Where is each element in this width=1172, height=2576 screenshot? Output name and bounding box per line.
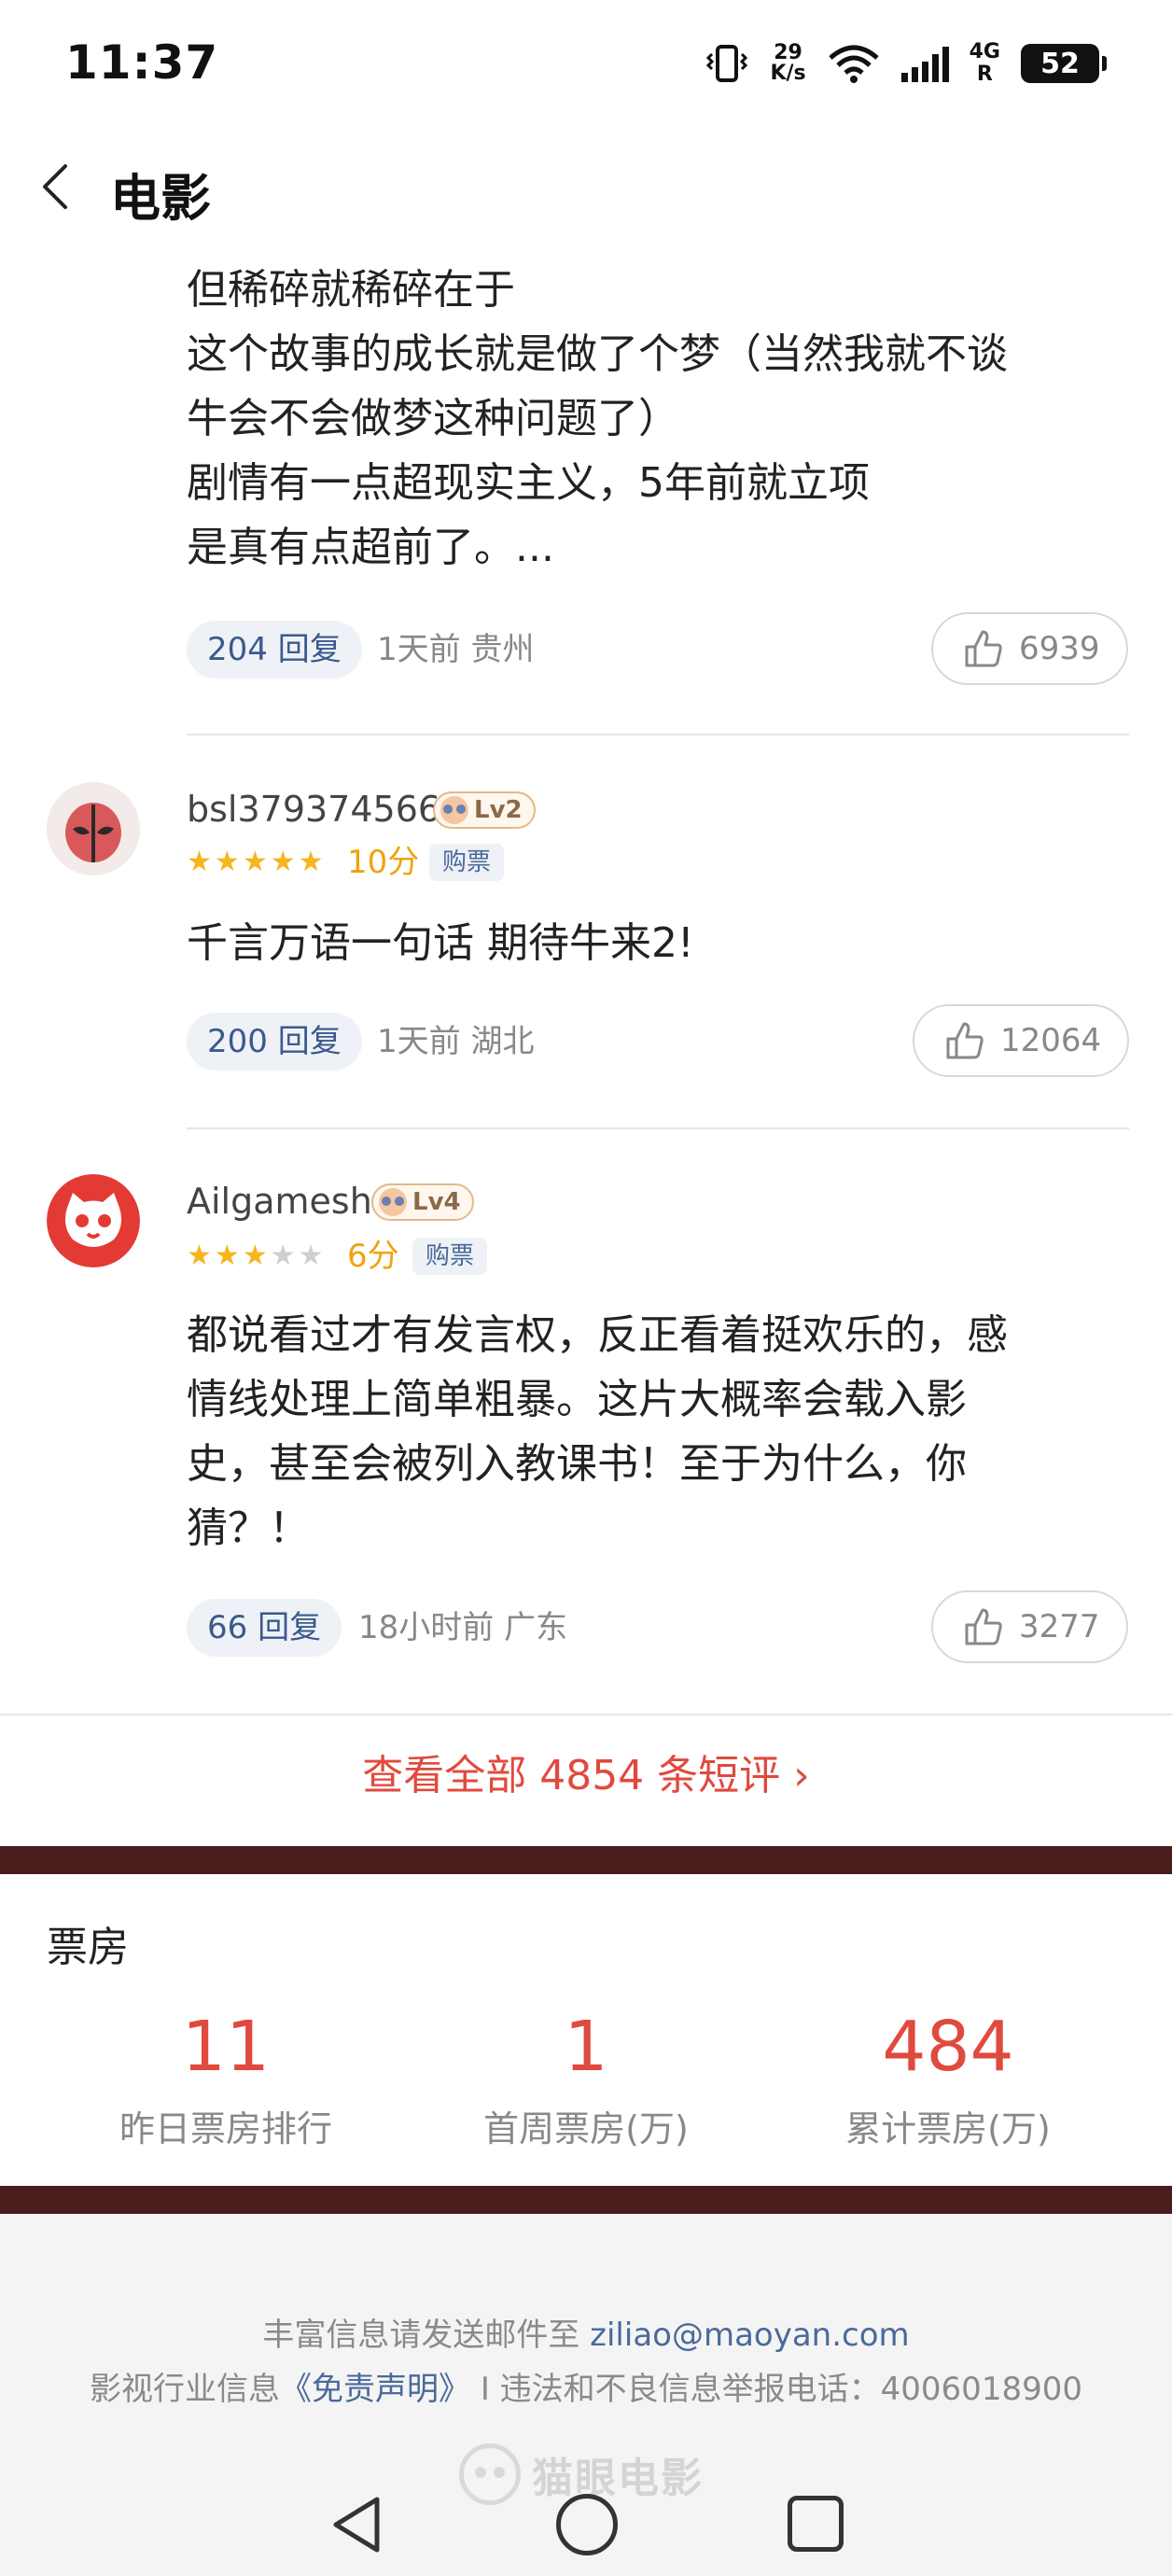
box-office-label: 首周票房(万)	[483, 2108, 689, 2149]
net-speed-value: 29	[774, 41, 802, 64]
review-time-location: 1天前 贵州	[377, 631, 535, 668]
view-all-reviews-link[interactable]: 查看全部 4854 条短评 ›	[0, 1743, 1172, 1809]
battery-icon: 52	[1021, 44, 1107, 83]
thumbs-up-icon	[965, 630, 1002, 667]
network-type: 4G R	[970, 41, 1000, 86]
header: 电影	[0, 140, 1172, 233]
divider	[187, 734, 1129, 735]
signal-icon	[900, 45, 949, 82]
system-nav-bar	[0, 2473, 1172, 2576]
star-icon: ★	[214, 846, 240, 878]
vibrate-icon	[706, 45, 748, 82]
box-office-item: 11 昨日票房排行	[30, 2005, 422, 2152]
box-office-value: 484	[882, 2007, 1014, 2087]
net-speed: 29 K/s	[770, 43, 805, 84]
box-office-label: 累计票房(万)	[845, 2108, 1051, 2149]
box-office-item: 484 累计票房(万)	[752, 2005, 1144, 2152]
star-icon: ★	[298, 846, 324, 878]
star-rating: ★ ★ ★ ★ ★	[187, 1238, 324, 1275]
level-label: Lv2	[474, 796, 523, 824]
roaming-label: R	[976, 63, 993, 86]
review-line: 情线处理上简单粗暴。这片大概率会载入影	[187, 1376, 967, 1423]
thumbs-up-icon	[965, 1608, 1002, 1645]
review-score: 10分	[347, 844, 420, 881]
level-label: Lv4	[412, 1188, 461, 1216]
level-face-icon	[440, 796, 468, 824]
nav-home-icon[interactable]	[556, 2494, 618, 2555]
review-content[interactable]: 都说看过才有发言权，反正看着挺欢乐的，感 情线处理上简单粗暴。这片大概率会载入影…	[187, 1303, 1129, 1561]
star-rating: ★ ★ ★ ★ ★	[187, 844, 324, 881]
review-line: 史，甚至会被列入教课书！至于为什么，你	[187, 1440, 967, 1488]
review-time-location: 18小时前 广东	[358, 1609, 568, 1646]
reply-count-button[interactable]: 204 回复	[187, 621, 362, 679]
email-link[interactable]: ziliao@maoyan.com	[590, 2317, 910, 2354]
review-line: 猜？！	[187, 1505, 310, 1552]
purchase-badge: 购票	[412, 1238, 488, 1275]
footer-contact: 丰富信息请发送邮件至 ziliao@maoyan.com	[0, 2309, 1172, 2355]
like-count: 12064	[1000, 1022, 1102, 1059]
like-count: 6939	[1019, 630, 1100, 667]
section-separator	[0, 1846, 1172, 1874]
status-icons: 29 K/s 4G R 52	[705, 37, 1107, 90]
footer-legal-text: 影视行业信息	[90, 2371, 281, 2408]
avatar[interactable]	[47, 1174, 140, 1267]
box-office-value: 11	[181, 2007, 271, 2087]
nav-recent-apps-icon[interactable]	[788, 2496, 844, 2552]
box-office-label: 昨日票房排行	[119, 2108, 332, 2149]
like-button[interactable]: 6939	[931, 612, 1128, 685]
footer-contact-text: 丰富信息请发送邮件至	[262, 2317, 591, 2354]
status-bar: 11:37 29 K/s 4G R 52	[0, 0, 1172, 121]
review-score: 6分	[347, 1238, 399, 1275]
reply-count-button[interactable]: 66 回复	[187, 1599, 342, 1657]
divider	[187, 1127, 1129, 1129]
wifi-icon	[828, 45, 879, 83]
disclaimer-link[interactable]: 《免责声明》	[280, 2371, 470, 2408]
page-title: 电影	[110, 169, 211, 228]
level-face-icon	[379, 1188, 407, 1216]
star-icon: ★	[242, 1239, 268, 1272]
review-line: 是真有点超前了。...	[187, 524, 554, 571]
status-time: 11:37	[65, 35, 219, 90]
review-line: 都说看过才有发言权，反正看着挺欢乐的，感	[187, 1311, 1008, 1359]
review-time-location: 1天前 湖北	[377, 1023, 535, 1060]
star-icon: ★	[187, 1239, 212, 1272]
box-office-item: 1 首周票房(万)	[390, 2005, 782, 2152]
star-empty-icon: ★	[270, 1239, 296, 1272]
footer-legal: 影视行业信息《免责声明》 I 违法和不良信息举报电话：4006018900	[0, 2363, 1172, 2409]
thumbs-up-icon	[946, 1022, 984, 1059]
review-line: 牛会不会做梦这种问题了）	[187, 395, 679, 442]
review-line: 这个故事的成长就是做了个梦（当然我就不谈	[187, 330, 1008, 378]
like-button[interactable]: 3277	[931, 1590, 1128, 1663]
username[interactable]: Ailgamesh	[187, 1178, 372, 1225]
back-arrow-icon[interactable]	[32, 161, 84, 213]
deadpool-avatar-icon	[47, 782, 140, 875]
username[interactable]: bsl379374566	[187, 786, 440, 833]
net-speed-unit: K/s	[770, 62, 806, 85]
star-icon: ★	[187, 846, 212, 878]
battery-level: 52	[1040, 47, 1080, 80]
level-badge: Lv4	[371, 1183, 474, 1221]
review-line: 剧情有一点超现实主义，5年前就立项	[187, 459, 870, 507]
reply-count-button[interactable]: 200 回复	[187, 1013, 362, 1071]
review-content[interactable]: 但稀碎就稀碎在于 这个故事的成长就是做了个梦（当然我就不谈 牛会不会做梦这种问题…	[187, 258, 1129, 580]
nav-back-icon[interactable]	[328, 2494, 384, 2555]
report-phone-text: I 违法和不良信息举报电话：4006018900	[470, 2371, 1082, 2408]
star-empty-icon: ★	[298, 1239, 324, 1272]
review-line: 但稀碎就稀碎在于	[187, 266, 515, 314]
box-office-value: 1	[564, 2007, 608, 2087]
maoyan-cat-avatar-icon	[47, 1174, 140, 1267]
section-separator	[0, 2186, 1172, 2214]
network-label: 4G	[969, 40, 1000, 63]
avatar[interactable]	[47, 782, 140, 875]
review-content[interactable]: 千言万语一句话 期待牛来2!	[187, 911, 1129, 975]
star-icon: ★	[214, 1239, 240, 1272]
box-office-title: 票房	[47, 1924, 129, 1971]
like-count: 3277	[1019, 1608, 1100, 1645]
star-icon: ★	[242, 846, 268, 878]
star-icon: ★	[270, 846, 296, 878]
level-badge: Lv2	[433, 791, 536, 829]
purchase-badge: 购票	[429, 844, 505, 881]
like-button[interactable]: 12064	[913, 1004, 1130, 1077]
